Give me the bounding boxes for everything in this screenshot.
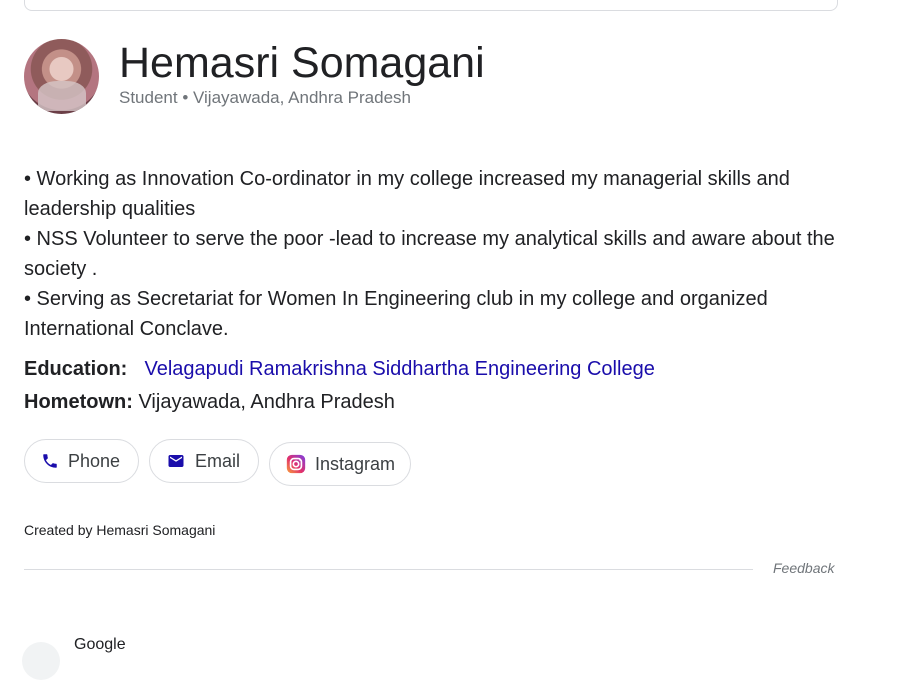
phone-button[interactable]: Phone — [24, 439, 139, 483]
instagram-label: Instagram — [315, 453, 396, 474]
description-line: • NSS Volunteer to serve the poor -lead … — [24, 228, 835, 250]
previous-card — [24, 0, 838, 11]
hometown-value: Vijayawada, Andhra Pradesh — [138, 391, 395, 413]
created-by-text: Created by Hemasri Somagani — [24, 522, 216, 538]
profile-description: • Working as Innovation Co-ordinator in … — [24, 164, 854, 344]
hometown-label: Hometown: — [24, 391, 133, 413]
description-line: society . — [24, 258, 98, 280]
description-line: • Serving as Secretariat for Women In En… — [24, 288, 768, 310]
education-label: Education: — [24, 358, 128, 380]
divider — [24, 569, 753, 570]
instagram-button[interactable]: Instagram — [269, 442, 411, 486]
description-line: International Conclave. — [24, 318, 229, 340]
feedback-link[interactable]: Feedback — [773, 560, 834, 576]
profile-name: Hemasri Somagani — [119, 39, 485, 87]
email-label: Email — [195, 450, 241, 471]
education-fact: Education: Velagapudi Ramakrishna Siddha… — [24, 358, 655, 381]
email-button[interactable]: Email — [149, 439, 259, 483]
description-line: leadership qualities — [24, 198, 196, 220]
phone-label: Phone — [68, 450, 121, 471]
profile-avatar — [24, 39, 99, 114]
description-line: • Working as Innovation Co-ordinator in … — [24, 168, 790, 190]
phone-icon — [41, 451, 59, 471]
profile-subtitle: Student • Vijayawada, Andhra Pradesh — [119, 88, 412, 107]
google-result-avatar — [22, 642, 60, 680]
education-link[interactable]: Velagapudi Ramakrishna Siddhartha Engine… — [144, 358, 654, 380]
mail-icon — [166, 451, 186, 471]
instagram-icon — [286, 454, 306, 474]
hometown-fact: Hometown: Vijayawada, Andhra Pradesh — [24, 391, 395, 414]
google-result-title[interactable]: Google — [74, 636, 126, 654]
